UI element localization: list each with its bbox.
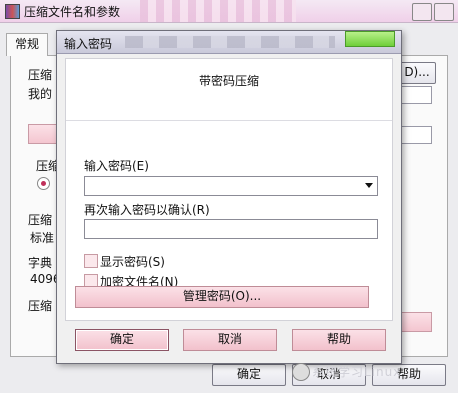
confirm-password-input[interactable] [84,219,378,239]
archive-name-label: 压缩 [28,68,53,82]
password-label: 输入密码(E) [84,159,149,173]
help-button[interactable]: 帮助 [292,329,386,351]
split-volume-label: 压缩 [28,299,53,313]
heading-divider [66,120,392,121]
compress-method-label: 压缩 [28,213,53,227]
tab-general[interactable]: 常规 [6,33,48,56]
compress-method-value: 标准 [30,231,55,245]
format-radio[interactable] [37,177,50,190]
close-window-button[interactable] [434,3,454,21]
dictionary-label: 字典 [28,256,53,270]
enter-password-dialog: 输入密码 带密码压缩 输入密码(E) 再次输入密码以确认(R) 显示密码(S) … [56,30,402,364]
dialog-title: 输入密码 [64,37,113,51]
dialog-content: 带密码压缩 输入密码(E) 再次输入密码以确认(R) 显示密码(S) 加密文件名… [65,58,393,321]
wechat-icon [292,363,310,381]
archive-path-label: 我的 [28,87,53,101]
update-mode-combo[interactable] [400,126,432,144]
dialog-titlebar: 输入密码 [57,31,401,54]
cancel-button[interactable]: 取消 [183,329,277,351]
ok-button[interactable]: 确定 [75,329,169,351]
confirm-password-label: 再次输入密码以确认(R) [84,203,210,217]
window-title: 压缩文件名和参数 [24,5,121,19]
browse-button[interactable]: D)... [398,62,436,84]
window-titlebar: 压缩文件名和参数 [0,0,458,23]
bg-ok-button[interactable]: 确定 [212,364,286,386]
dialog-titlebar-blur [125,36,335,48]
show-password-checkbox[interactable] [84,254,98,268]
titlebar-blur [140,0,296,22]
archive-name-combo[interactable] [400,86,432,104]
help-titlebar-button[interactable] [412,3,432,21]
set-password-button[interactable] [400,312,432,332]
watermark-text: 系统学习Linux [312,365,402,379]
winrar-app-icon [5,4,20,19]
dialog-heading: 带密码压缩 [198,74,259,88]
manage-passwords-button[interactable]: 管理密码(O)... [75,286,369,308]
password-input[interactable] [84,176,378,196]
watermark: 系统学习Linux [288,360,456,382]
chevron-down-icon[interactable] [365,183,373,188]
show-password-label: 显示密码(S) [100,255,165,269]
green-indicator [345,31,395,47]
